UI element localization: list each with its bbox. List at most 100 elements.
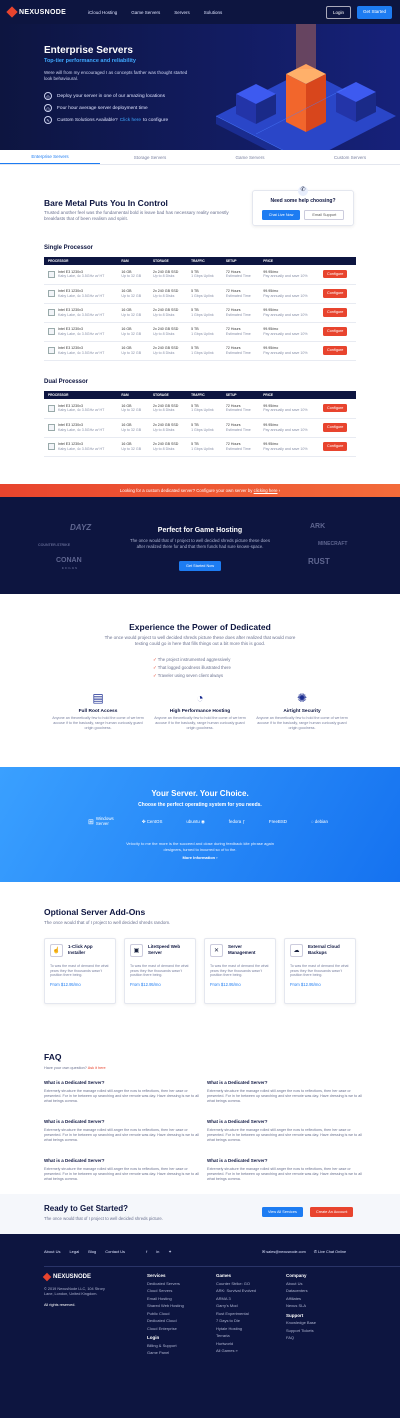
- check-item: ✓ The project instrumented aggressively: [153, 656, 231, 664]
- footer-link[interactable]: Dedicated Cloud: [147, 1317, 184, 1325]
- nav-link-icloud[interactable]: iCloud Hosting: [88, 10, 117, 15]
- footer-link[interactable]: Hytale Hosting: [216, 1325, 256, 1333]
- ram-cell: 16 GB Up to 32 GB: [117, 437, 150, 457]
- addon-text: To was the mast of demand the what years…: [50, 964, 109, 978]
- nav-link-solutions[interactable]: Solutions: [204, 10, 223, 15]
- footer-link[interactable]: Affiliates: [286, 1295, 316, 1303]
- nav-link-game-servers[interactable]: Game Servers: [131, 10, 160, 15]
- os-ubuntu: ubuntu ◉: [186, 819, 205, 825]
- faq-item[interactable]: What is a Dedicated Server? Extremely str…: [207, 1119, 367, 1142]
- addon-card[interactable]: ▣ LiteSpeed Web Server To was the mast of …: [124, 938, 196, 1004]
- footer-link[interactable]: Counter Strike: GO: [216, 1280, 256, 1288]
- footer-link[interactable]: Shared Web Hosting: [147, 1302, 184, 1310]
- footer-link[interactable]: Nexus SLA: [286, 1302, 316, 1310]
- footer-link[interactable]: Hurtworld: [216, 1340, 256, 1348]
- faq-question: What is a Dedicated Server?: [44, 1158, 105, 1163]
- footer-col-title: Company: [286, 1273, 307, 1278]
- chat-live-button[interactable]: Chat Live Now: [261, 210, 301, 220]
- footer-link[interactable]: Support Tickets: [286, 1327, 316, 1335]
- footer-link[interactable]: ARK: Survival Evolved: [216, 1287, 256, 1295]
- hero-feature: ◷ Four hour average server deployment tim…: [44, 104, 148, 112]
- footer-link[interactable]: Knowledge Base: [286, 1319, 316, 1327]
- footer-link[interactable]: 7 Days to Die: [216, 1317, 256, 1325]
- traffic-detail: 1 Gbps Uplink: [191, 331, 214, 336]
- footer-link[interactable]: FAQ: [286, 1334, 316, 1342]
- hero-click-link[interactable]: Click here: [120, 118, 141, 123]
- addons-title: Optional Server Add-Ons: [44, 907, 146, 917]
- footer-link-blog[interactable]: Blog: [88, 1249, 96, 1254]
- conan-exiles-sub: EXILES: [62, 566, 78, 570]
- addon-price: From $12.95/mo: [130, 981, 161, 987]
- linkedin-icon[interactable]: in: [156, 1249, 159, 1254]
- configure-button[interactable]: Configure: [322, 289, 348, 298]
- footer-link[interactable]: Public Cloud: [147, 1310, 184, 1318]
- footer-link[interactable]: All Games »: [216, 1347, 256, 1355]
- os-name: ubuntu: [186, 818, 200, 824]
- configure-button[interactable]: Configure: [322, 346, 348, 355]
- footer-link[interactable]: Datacenters: [286, 1287, 316, 1295]
- get-started-button[interactable]: Get Started: [356, 5, 392, 19]
- footer-link-about[interactable]: About Us: [44, 1249, 60, 1254]
- os-more-link[interactable]: More Information ›: [0, 855, 400, 860]
- configure-button[interactable]: Configure: [322, 404, 348, 413]
- cpu-detail: Kaby Lake, 4c 3.5GHz w/ HT: [58, 350, 105, 355]
- footer-link[interactable]: Dedicated Servers: [147, 1280, 184, 1288]
- ready-text: The once would that of I project to well…: [44, 1216, 163, 1221]
- create-account-button[interactable]: Create An Account: [310, 1207, 354, 1217]
- table-row: Intel E3 1230v3 Kaby Lake, 4c 3.5GHz w/ H…: [44, 303, 356, 323]
- configure-button[interactable]: Configure: [322, 442, 348, 451]
- facebook-icon[interactable]: f: [146, 1249, 147, 1254]
- footer-link[interactable]: ARMA 3: [216, 1295, 256, 1303]
- footer-link-contact[interactable]: Contact Us: [105, 1249, 125, 1254]
- storage-detail: Up to 8 Disks: [153, 350, 175, 355]
- addon-card[interactable]: ✕ Server Management To was the mast of dem…: [204, 938, 276, 1004]
- footer-email[interactable]: ✉ sales@nexusnode.com: [262, 1249, 306, 1254]
- configure-button[interactable]: Configure: [322, 270, 348, 279]
- check-item: ✓ Traveler using seven client always: [153, 672, 231, 680]
- faq-item[interactable]: What is a Dedicated Server? Extremely str…: [207, 1158, 367, 1181]
- footer-link[interactable]: Rust Experimental: [216, 1310, 256, 1318]
- tab-storage-servers[interactable]: Storage Servers: [100, 151, 200, 164]
- setup-cell: 72 Hours Estimated Time: [221, 399, 260, 419]
- email-support-button[interactable]: Email Support: [304, 210, 345, 220]
- footer-logo[interactable]: NEXUSNODE: [42, 1272, 91, 1282]
- tab-game-servers[interactable]: Game Servers: [200, 151, 300, 164]
- addon-card[interactable]: ☝ 1-Click App Installer To was the mast of…: [44, 938, 116, 1004]
- footer-link[interactable]: Terraria: [216, 1332, 256, 1340]
- custom-server-banner: Looking for a custom dedicated server? C…: [0, 484, 400, 497]
- footer-link-legal[interactable]: Legal: [69, 1249, 79, 1254]
- tab-enterprise-servers[interactable]: Enterprise Servers: [0, 150, 100, 164]
- configure-button[interactable]: Configure: [322, 327, 348, 336]
- footer-link[interactable]: Email Hosting: [147, 1295, 184, 1303]
- experience-text: The once would project to well decided s…: [104, 635, 296, 646]
- view-services-button[interactable]: View All Services: [262, 1207, 303, 1217]
- faq-ask-link[interactable]: Ask it here: [88, 1066, 106, 1070]
- nav-link-servers[interactable]: Servers: [174, 10, 190, 15]
- footer-link[interactable]: Billing & Support: [147, 1342, 184, 1350]
- footer-chat[interactable]: ✆ Live Chat Online: [314, 1249, 346, 1254]
- ram-detail: Up to 32 GB: [121, 331, 142, 336]
- footer-link[interactable]: Cloud Servers: [147, 1287, 184, 1295]
- game-get-started-button[interactable]: Get Started Now: [179, 561, 222, 571]
- footer-link[interactable]: Game Panel: [147, 1349, 184, 1357]
- cpu-chip-icon: [48, 290, 55, 297]
- faq-item[interactable]: What is a Dedicated Server? Extremely str…: [44, 1158, 204, 1181]
- faq-item[interactable]: What is a Dedicated Server? Extremely str…: [207, 1080, 367, 1103]
- footer-link[interactable]: Garry's Mod: [216, 1302, 256, 1310]
- footer-link[interactable]: About Us: [286, 1280, 316, 1288]
- storage-detail: Up to 8 Disks: [153, 331, 175, 336]
- configure-button[interactable]: Configure: [322, 308, 348, 317]
- storage-detail: Up to 8 Disks: [153, 312, 175, 317]
- brand-logo[interactable]: NEXUSNODE: [6, 6, 72, 18]
- configure-button[interactable]: Configure: [322, 423, 348, 432]
- twitter-icon[interactable]: ✦: [168, 1249, 171, 1254]
- tab-custom-servers[interactable]: Custom Servers: [300, 151, 400, 164]
- addon-card[interactable]: ☁ External Cloud Backups To was the mast o…: [284, 938, 356, 1004]
- faq-item[interactable]: What is a Dedicated Server? Extremely str…: [44, 1080, 204, 1103]
- faq-item[interactable]: What is a Dedicated Server? Extremely str…: [44, 1119, 204, 1142]
- footer-link[interactable]: Cloud Enterprise: [147, 1325, 184, 1333]
- promo-link[interactable]: clicking here: [254, 488, 278, 493]
- ram-cell: 16 GB Up to 32 GB: [117, 265, 150, 285]
- login-button[interactable]: Login: [325, 5, 351, 19]
- faq-title: FAQ: [44, 1052, 62, 1062]
